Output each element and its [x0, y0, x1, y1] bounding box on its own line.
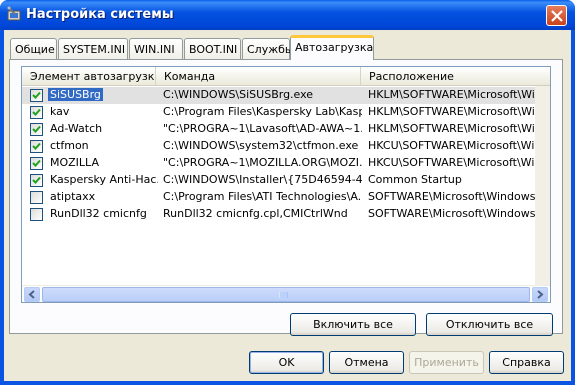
scroll-left-button[interactable] [24, 287, 40, 302]
item-name-cell: SiSUSBrg [30, 88, 158, 104]
item-name-cell: RunDll32 cmicnfg [30, 207, 158, 223]
item-name-cell: ctfmon [30, 139, 158, 155]
system-config-icon [7, 6, 21, 21]
list-item[interactable]: MOZILLA "C:\PROGRA~1\MOZILLA.ORG\MOZI... H… [22, 155, 550, 172]
location-cell: SOFTWARE\Microsoft\Windows\Curren [368, 207, 550, 220]
column-header-command[interactable]: Команда [156, 67, 361, 86]
arrow-left-icon [28, 290, 35, 299]
location-cell: HKLM\SOFTWARE\Microsoft\Windows\ [368, 105, 550, 118]
help-button[interactable]: Справка [489, 351, 564, 374]
item-name: Ad-Watch [50, 122, 103, 135]
window-title: Настройка системы [26, 7, 174, 22]
startup-list[interactable]: Элемент автозагрузки Команда Расположени… [21, 66, 551, 303]
tab-services[interactable]: Службы [242, 38, 294, 59]
enable-checkbox[interactable] [30, 191, 43, 204]
list-item[interactable]: Ad-Watch "C:\PROGRA~1\Lavasoft\AD-AWA~1..… [22, 121, 550, 138]
dialog-client-area: Общие SYSTEM.INI WIN.INI BOOT.INI Службы… [4, 30, 571, 381]
disable-all-button[interactable]: Отключить все [426, 313, 553, 336]
column-header-location[interactable]: Расположение [361, 67, 550, 86]
list-item[interactable]: atiptaxx C:\Program Files\ATI Technologie… [22, 189, 550, 206]
location-cell: HKCU\SOFTWARE\Microsoft\Windows\ [368, 156, 550, 169]
checkmark-icon [32, 91, 41, 99]
apply-button[interactable]: Применить [409, 351, 484, 374]
enable-checkbox[interactable] [30, 157, 43, 170]
horizontal-scrollbar[interactable] [22, 285, 550, 302]
arrow-right-icon [537, 290, 544, 299]
location-cell: HKLM\SOFTWARE\Microsoft\Windows\ [368, 122, 550, 135]
item-name-cell: Ad-Watch [30, 122, 158, 138]
command-cell: C:\Program Files\Kaspersky Lab\Kasp... [163, 105, 362, 118]
tab-label: Службы [247, 43, 294, 56]
item-name: ctfmon [50, 139, 89, 152]
enable-all-button[interactable]: Включить все [290, 313, 416, 336]
location-cell: HKCU\SOFTWARE\Microsoft\Windows\ [368, 139, 550, 152]
close-icon [551, 10, 563, 22]
tab-system-ini[interactable]: SYSTEM.INI [58, 38, 128, 59]
item-name: atiptaxx [50, 190, 96, 203]
tab-boot-ini[interactable]: BOOT.INI [184, 38, 241, 59]
command-cell: C:\Program Files\ATI Technologies\A... [163, 190, 362, 203]
item-name: MOZILLA [50, 156, 99, 169]
scroll-thumb[interactable] [42, 287, 530, 302]
enable-checkbox[interactable] [30, 106, 43, 119]
tab-label: Автозагрузка [295, 41, 374, 54]
location-cell: SOFTWARE\Microsoft\Windows\Curren [368, 190, 550, 203]
tab-general[interactable]: Общие [10, 38, 57, 59]
command-cell: RunDll32 cmicnfg.cpl,CMICtrlWnd [163, 207, 348, 220]
ok-button[interactable]: OK [249, 351, 324, 374]
checkmark-icon [32, 159, 41, 167]
location-cell: Common Startup [368, 173, 462, 186]
column-header-item[interactable]: Элемент автозагрузки [22, 67, 156, 86]
system-config-window: Настройка системы Общие SYSTEM.INI WIN.I… [0, 0, 575, 385]
enable-checkbox[interactable] [30, 174, 43, 187]
checkmark-icon [32, 125, 41, 133]
item-name-cell: kav [30, 105, 158, 121]
list-item[interactable]: kav C:\Program Files\Kaspersky Lab\Kasp..… [22, 104, 550, 121]
item-name-cell: MOZILLA [30, 156, 158, 172]
tab-label: SYSTEM.INI [63, 43, 126, 56]
command-cell: "C:\PROGRA~1\MOZILLA.ORG\MOZI... [163, 156, 362, 169]
checkmark-icon [32, 108, 41, 116]
list-item[interactable]: Kaspersky Anti-Hac... C:\WINDOWS\Installe… [22, 172, 550, 189]
list-item[interactable]: ctfmon C:\WINDOWS\system32\ctfmon.exe HKCU… [22, 138, 550, 155]
tab-win-ini[interactable]: WIN.INI [129, 38, 183, 59]
item-name: RunDll32 cmicnfg [50, 207, 147, 220]
item-name-cell: Kaspersky Anti-Hac... [30, 173, 158, 189]
command-cell: C:\WINDOWS\system32\ctfmon.exe [163, 139, 359, 152]
item-name: Kaspersky Anti-Hac... [50, 173, 158, 186]
tab-label: Общие [15, 43, 55, 56]
checkmark-icon [32, 142, 41, 150]
close-button[interactable] [546, 5, 567, 26]
list-item[interactable]: RunDll32 cmicnfg RunDll32 cmicnfg.cpl,CMI… [22, 206, 550, 223]
list-body: SiSUSBrg C:\WINDOWS\SiSUSBrg.exe HKLM\SOFT… [22, 86, 550, 264]
location-cell: HKLM\SOFTWARE\Microsoft\Windows\ [368, 88, 550, 101]
grip-icon [279, 292, 288, 298]
enable-checkbox[interactable] [30, 208, 43, 221]
vertical-scroll-area [535, 86, 550, 285]
list-header: Элемент автозагрузки Команда Расположени… [22, 67, 550, 86]
command-cell: C:\WINDOWS\SiSUSBrg.exe [163, 88, 314, 101]
scroll-right-button[interactable] [532, 287, 548, 302]
enable-checkbox[interactable] [30, 123, 43, 136]
enable-checkbox[interactable] [30, 140, 43, 153]
tab-label: BOOT.INI [189, 43, 238, 56]
cancel-button[interactable]: Отмена [329, 351, 404, 374]
command-cell: C:\WINDOWS\Installer\{75D46594-4... [163, 173, 362, 186]
enable-checkbox[interactable] [30, 89, 43, 102]
tab-startup[interactable]: Автозагрузка [290, 35, 374, 60]
command-cell: "C:\PROGRA~1\Lavasoft\AD-AWA~1... [163, 122, 362, 135]
list-item[interactable]: SiSUSBrg C:\WINDOWS\SiSUSBrg.exe HKLM\SOFT… [22, 87, 550, 104]
item-name-cell: atiptaxx [30, 190, 158, 206]
item-name: SiSUSBrg [48, 88, 103, 101]
checkmark-icon [32, 176, 41, 184]
title-bar[interactable]: Настройка системы [0, 0, 575, 30]
tab-label: WIN.INI [134, 43, 175, 56]
item-name: kav [50, 105, 70, 118]
